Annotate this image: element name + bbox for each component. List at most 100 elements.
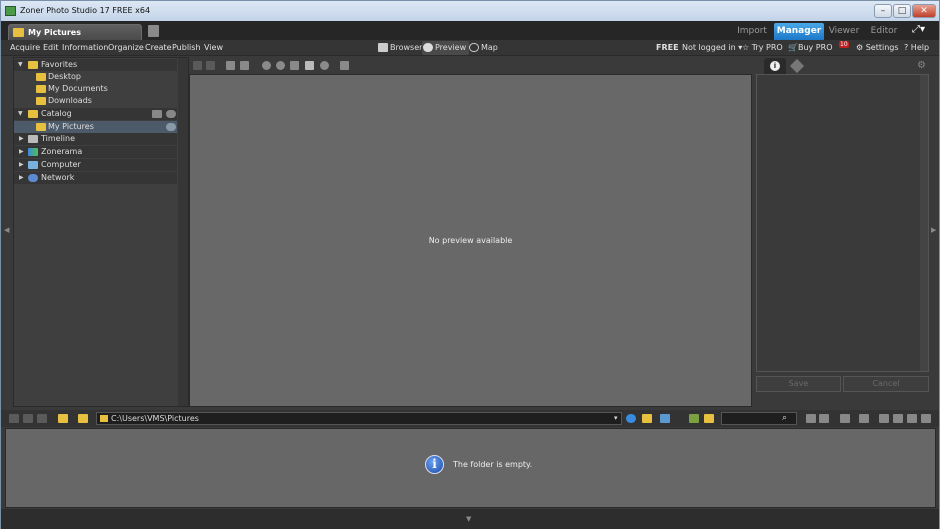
compare-icon[interactable] (806, 414, 816, 423)
filmstrip-icon[interactable] (859, 414, 869, 423)
details-icon[interactable] (907, 414, 917, 423)
mode-import[interactable]: Import (731, 23, 773, 40)
add-folder-icon[interactable] (152, 110, 162, 118)
settings-button[interactable]: ⚙ Settings (856, 43, 899, 52)
menu-information[interactable]: Information (62, 43, 108, 52)
view-map[interactable]: Map (468, 41, 498, 55)
tree-downloads[interactable]: Downloads (14, 95, 177, 107)
help-button[interactable]: ? Help (904, 43, 929, 52)
maximize-button[interactable]: □ (893, 4, 911, 18)
back-icon[interactable] (9, 414, 19, 423)
folder-icon (36, 73, 46, 81)
mode-editor[interactable]: Editor (866, 23, 902, 40)
forward-icon[interactable] (206, 61, 215, 70)
background-icon[interactable] (340, 61, 349, 70)
path-input[interactable]: C:\Users\VMS\Pictures (96, 412, 622, 425)
thumbnails-icon[interactable] (689, 414, 699, 423)
sort-icon[interactable] (660, 414, 670, 423)
mode-viewer[interactable]: Viewer (826, 23, 862, 40)
zoom-out-icon[interactable] (276, 61, 285, 70)
app-icon (5, 6, 16, 16)
path-dropdown-icon[interactable]: ▾ (614, 414, 620, 423)
menu-acquire[interactable]: Acquire (10, 43, 40, 52)
gear-icon[interactable]: ⚙ (917, 60, 926, 71)
info-scrollbar[interactable] (920, 75, 928, 371)
expand-arrow-icon[interactable]: ▶ (19, 133, 24, 145)
new-folder-icon[interactable] (642, 414, 652, 423)
menu-view[interactable]: View (204, 43, 223, 52)
tab-information[interactable]: i (764, 58, 786, 74)
folder-icon[interactable] (78, 414, 88, 423)
status-bar: ▼ (1, 509, 939, 529)
actual-size-icon[interactable] (305, 61, 314, 70)
expand-arrow-icon[interactable]: ▶ (19, 159, 24, 171)
minimize-button[interactable]: – (874, 4, 892, 18)
notification-icon[interactable]: 10 (839, 41, 849, 48)
tree-my-documents[interactable]: My Documents (14, 83, 177, 95)
information-panel (756, 74, 929, 372)
menu-edit[interactable]: Edit (43, 43, 59, 52)
right-panel-toggle-icon[interactable]: ▶ (931, 226, 936, 234)
forward-icon[interactable] (23, 414, 33, 423)
file-browser[interactable]: i The folder is empty. (5, 428, 936, 508)
computer-icon (28, 161, 38, 169)
expand-arrow-icon[interactable]: ▼ (18, 59, 23, 71)
tree-catalog[interactable]: ▼ Catalog (14, 108, 177, 120)
collapse-arrow-icon[interactable]: ▼ (466, 515, 471, 523)
split-icon[interactable] (819, 414, 829, 423)
cancel-button[interactable]: Cancel (843, 376, 929, 392)
new-tab-icon[interactable] (148, 25, 159, 37)
layout-icon[interactable] (879, 414, 889, 423)
window-title: Zoner Photo Studio 17 FREE x64 (20, 6, 151, 15)
tab-label: My Pictures (28, 28, 81, 37)
tree-favorites[interactable]: ▼ Favorites (14, 59, 177, 71)
menu-create[interactable]: Create (145, 43, 172, 52)
folder-up-icon[interactable] (58, 414, 68, 423)
zoom-in-icon[interactable] (262, 61, 271, 70)
split-icon[interactable] (240, 61, 249, 70)
gear-icon[interactable] (166, 110, 176, 118)
buy-pro-button[interactable]: 🛒Buy PRO (788, 43, 832, 52)
tree-my-pictures[interactable]: My Pictures (14, 121, 177, 133)
expand-arrow-icon[interactable]: ▶ (19, 146, 24, 158)
tab-my-pictures[interactable]: My Pictures (8, 24, 142, 40)
search-icon[interactable]: ⌕ (782, 413, 787, 423)
expand-arrow-icon[interactable]: ▼ (18, 108, 23, 120)
try-pro-button[interactable]: ☆ Try PRO (742, 43, 783, 52)
preview-icon[interactable] (921, 414, 931, 423)
compare-icon[interactable] (226, 61, 235, 70)
empty-folder-message: The folder is empty. (453, 460, 533, 469)
folders-icon[interactable] (704, 414, 714, 423)
menu-publish[interactable]: Publish (172, 43, 201, 52)
close-button[interactable]: ✕ (912, 4, 936, 18)
tag-icon[interactable] (789, 58, 805, 74)
loupe-icon[interactable] (320, 61, 329, 70)
up-icon[interactable] (37, 414, 47, 423)
fullscreen-icon[interactable]: ⤢▾ (912, 24, 925, 35)
tree-zonerama[interactable]: ▶ Zonerama (14, 146, 177, 158)
sync-icon[interactable] (166, 123, 176, 131)
view-browser[interactable]: Browser (377, 41, 422, 55)
zonerama-icon (28, 148, 38, 156)
navigator-scrollbar[interactable] (178, 58, 188, 406)
info-icon: i (770, 61, 780, 71)
fit-icon[interactable] (290, 61, 299, 70)
preview-area[interactable]: No preview available (189, 74, 752, 407)
save-button[interactable]: Save (756, 376, 841, 392)
back-icon[interactable] (193, 61, 202, 70)
expand-arrow-icon[interactable]: ▶ (19, 172, 24, 184)
tree-computer[interactable]: ▶ Computer (14, 159, 177, 171)
login-label: Not logged in (682, 43, 736, 52)
mode-manager[interactable]: Manager (774, 23, 824, 40)
tree-network[interactable]: ▶ Network (14, 172, 177, 184)
tree-label: Favorites (41, 60, 78, 69)
view-preview[interactable]: Preview (422, 41, 470, 55)
slideshow-icon[interactable] (840, 414, 850, 423)
tree-desktop[interactable]: Desktop (14, 71, 177, 83)
menu-organize[interactable]: Organize (108, 43, 144, 52)
grid-icon[interactable] (893, 414, 903, 423)
tree-timeline[interactable]: ▶ Timeline (14, 133, 177, 145)
left-panel-toggle-icon[interactable]: ◀ (4, 226, 9, 234)
login-status[interactable]: Not logged in ▾ (682, 43, 742, 52)
refresh-icon[interactable] (626, 414, 636, 423)
